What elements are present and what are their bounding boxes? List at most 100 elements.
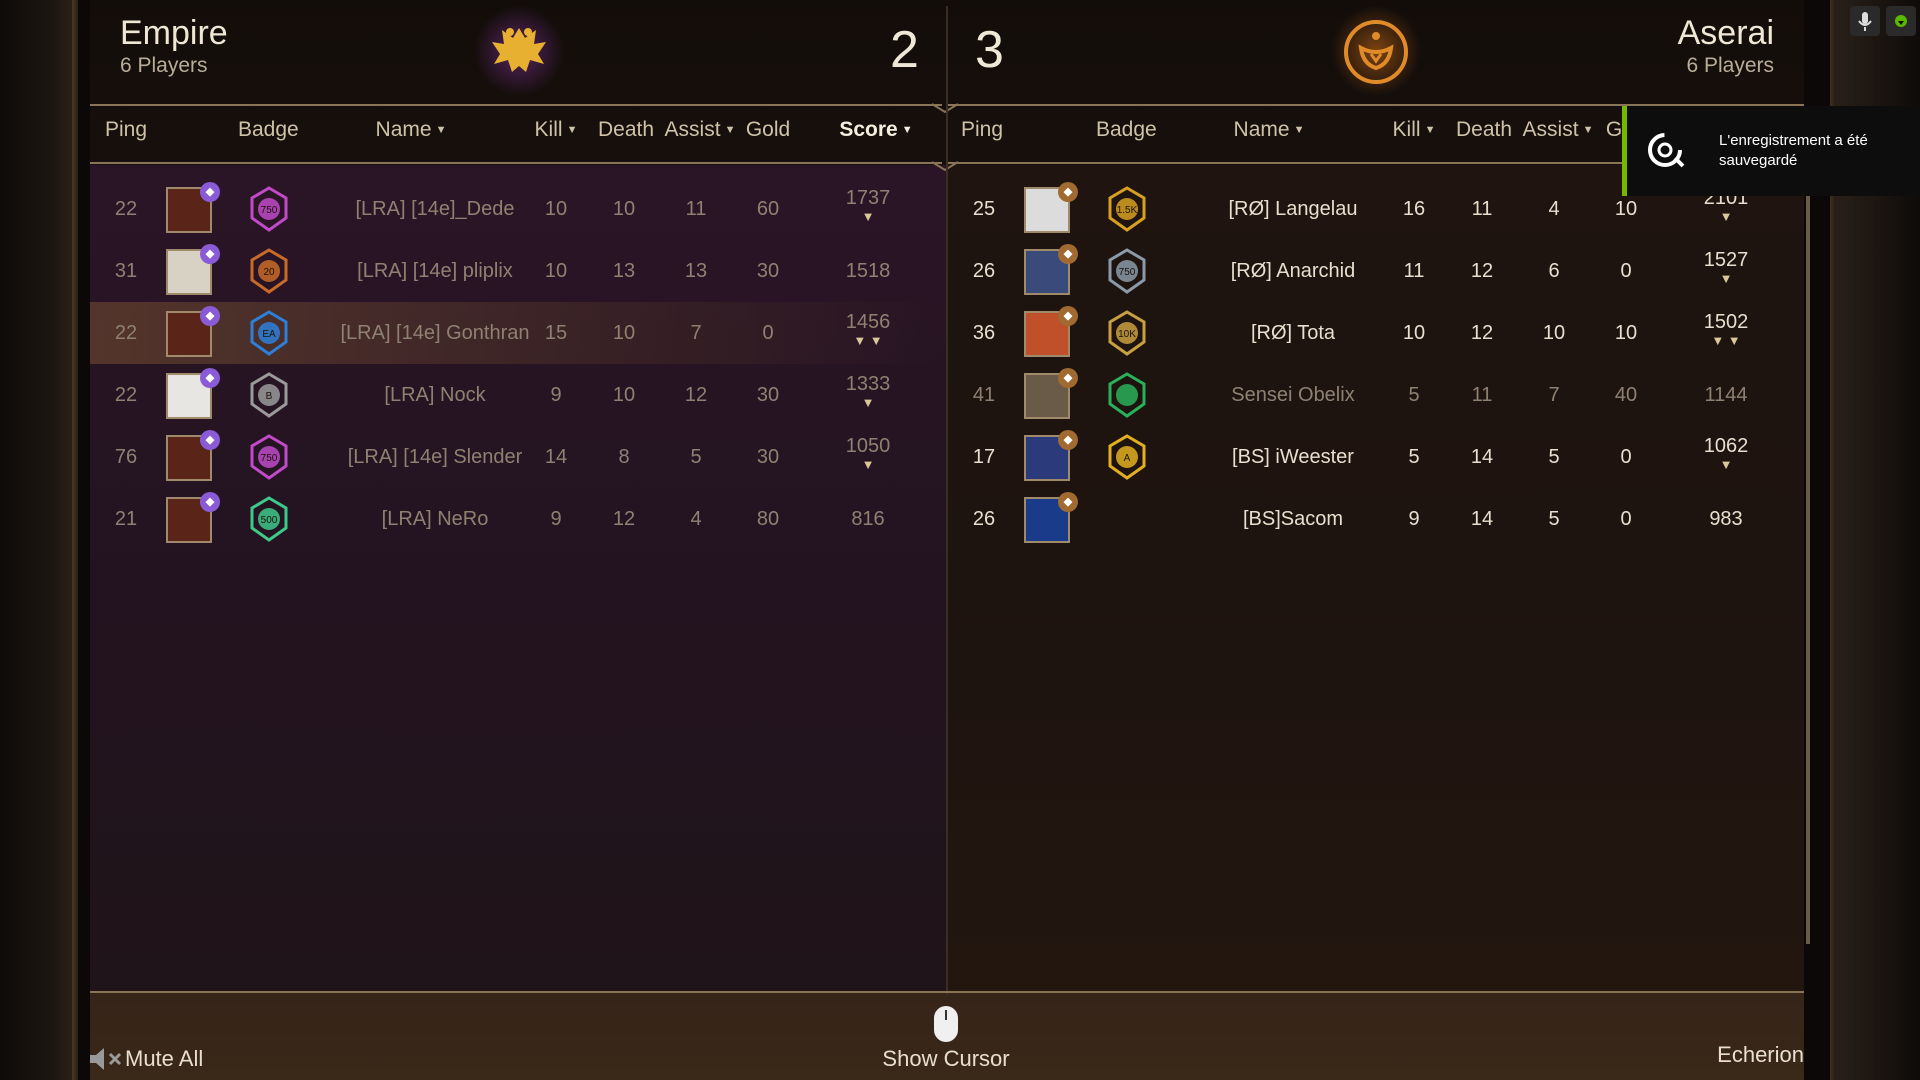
aserai-header-death[interactable]: Death <box>1454 118 1514 142</box>
player-name[interactable]: [RØ] Tota <box>1168 302 1418 364</box>
kill-value: 5 <box>1408 446 1420 468</box>
empire-round-score: 2 <box>890 21 919 79</box>
badge-icon[interactable]: EA <box>244 308 294 358</box>
sort-caret-icon: ▼ <box>1293 124 1305 137</box>
badge-icon[interactable]: 500 <box>244 494 294 544</box>
empire-header-kill[interactable]: Kill ▼ <box>528 118 584 142</box>
ping-value: 21 <box>114 508 138 530</box>
empire-header-score[interactable]: Score ▼ <box>836 118 916 142</box>
player-row[interactable]: 17 ◆ A [BS] iWeester 5 14 5 0 1062 ▼ <box>948 426 1804 488</box>
player-avatar[interactable]: ◆ <box>166 244 220 295</box>
shield-icon: ▼ <box>861 457 875 472</box>
kill-value: 16 <box>1402 198 1426 220</box>
status-indicator-icon[interactable] <box>1886 6 1916 36</box>
gold-value: 0 <box>1620 260 1632 282</box>
aserai-header-assist[interactable]: Assist ▼ <box>1520 118 1596 142</box>
assist-value: 10 <box>1542 322 1566 344</box>
score-value: 1456 <box>845 311 891 333</box>
ping-value: 31 <box>114 260 138 282</box>
death-value: 12 <box>612 508 636 530</box>
mute-all-button[interactable]: Mute All <box>125 1046 203 1072</box>
empire-header-death[interactable]: Death <box>596 118 656 142</box>
player-name[interactable]: [LRA] [14e] pliplix <box>310 240 560 302</box>
aserai-player-count: 6 Players <box>1686 54 1774 77</box>
mute-speaker-icon[interactable] <box>88 1044 124 1074</box>
background-left <box>0 0 75 1080</box>
badge-icon[interactable]: 1.5K <box>1102 184 1152 234</box>
score-cell: 1527 ▼ <box>1676 248 1776 298</box>
player-name[interactable]: Sensei Obelix <box>1168 364 1418 426</box>
sort-caret-icon: ▼ <box>1424 124 1436 137</box>
player-row[interactable]: 76 ◆ 750 [LRA] [14e] Slender 14 8 5 30 1050 ▼ <box>90 426 942 488</box>
player-avatar[interactable]: ◆ <box>166 368 220 419</box>
player-avatar[interactable]: ◆ <box>1024 306 1078 357</box>
player-avatar[interactable]: ◆ <box>166 492 220 543</box>
kill-value: 10 <box>1402 322 1426 344</box>
empire-header-ping[interactable]: Ping <box>96 118 156 142</box>
player-name[interactable]: [RØ] Langelau <box>1168 178 1418 240</box>
player-name[interactable]: [LRA] Nock <box>310 364 560 426</box>
player-row[interactable]: 22 ◆ EA [LRA] [14e] Gonthran 15 10 7 0 1456 ▼ ▼ <box>90 302 942 364</box>
player-row[interactable]: 41 ◆ Sensei Obelix 5 11 7 40 1144 <box>948 364 1804 426</box>
badge-icon[interactable]: 750 <box>244 432 294 482</box>
player-avatar[interactable]: ◆ <box>166 306 220 357</box>
player-avatar[interactable]: ◆ <box>1024 368 1078 419</box>
badge-icon[interactable]: B <box>244 370 294 420</box>
player-avatar[interactable]: ◆ <box>1024 182 1078 233</box>
player-name[interactable]: [LRA] NeRo <box>310 488 560 550</box>
badge-icon[interactable]: 10K <box>1102 308 1152 358</box>
player-row[interactable]: 26 ◆ 750 [RØ] Anarchid 11 12 6 0 1527 ▼ <box>948 240 1804 302</box>
assist-value: 7 <box>1548 384 1560 406</box>
player-row[interactable]: 22 ◆ 750 [LRA] [14e]_Dede 10 10 11 60 1737 ▼ <box>90 178 942 240</box>
aserai-header-kill[interactable]: Kill ▼ <box>1386 118 1442 142</box>
death-value: 14 <box>1470 508 1494 530</box>
score-value: 816 <box>851 508 885 530</box>
badge-icon[interactable]: A <box>1102 432 1152 482</box>
player-row[interactable]: 21 ◆ 500 [LRA] NeRo 9 12 4 80 816 <box>90 488 942 550</box>
player-row[interactable]: 36 ◆ 10K [RØ] Tota 10 12 10 10 1502 ▼ ▼ <box>948 302 1804 364</box>
badge-icon[interactable]: 20 <box>244 246 294 296</box>
column-divider-left <box>90 162 942 164</box>
show-cursor-button[interactable]: Show Cursor <box>880 1046 1012 1072</box>
death-value: 8 <box>618 446 630 468</box>
aserai-header-badge[interactable]: Badge <box>1096 118 1157 142</box>
player-avatar[interactable]: ◆ <box>1024 492 1078 543</box>
player-avatar[interactable]: ◆ <box>166 182 220 233</box>
ping-value: 76 <box>114 446 138 468</box>
badge-label: 20 <box>263 267 275 278</box>
aserai-header-ping[interactable]: Ping <box>952 118 1012 142</box>
scrollbar[interactable] <box>1806 196 1810 944</box>
gold-value: 0 <box>1620 508 1632 530</box>
badge-label: 1.5K <box>1117 205 1138 216</box>
player-name[interactable]: [BS]Sacom <box>1168 488 1418 550</box>
empire-header-name[interactable]: Name ▼ <box>366 118 456 142</box>
player-avatar[interactable]: ◆ <box>1024 244 1078 295</box>
empire-header-badge[interactable]: Badge <box>238 118 299 142</box>
empire-header-assist[interactable]: Assist ▼ <box>662 118 738 142</box>
level-badge-icon: ◆ <box>1058 306 1078 326</box>
level-badge-icon: ◆ <box>1058 430 1078 450</box>
score-value: 1144 <box>1704 384 1748 406</box>
player-row[interactable]: 22 ◆ B [LRA] Nock 9 10 12 30 1333 ▼ <box>90 364 942 426</box>
player-name[interactable]: [LRA] [14e] Slender <box>310 426 560 488</box>
player-name[interactable]: [RØ] Anarchid <box>1168 240 1418 302</box>
player-name[interactable]: [LRA] [14e] Gonthran <box>310 302 560 364</box>
player-avatar[interactable]: ◆ <box>1024 430 1078 481</box>
aserai-header-name[interactable]: Name ▼ <box>1224 118 1314 142</box>
empire-header-gold[interactable]: Gold <box>740 118 796 142</box>
badge-icon[interactable]: 750 <box>244 184 294 234</box>
badge-icon[interactable] <box>1102 370 1152 420</box>
player-row[interactable]: 31 ◆ 20 [LRA] [14e] pliplix 10 13 13 30 1518 <box>90 240 942 302</box>
ping-value: 41 <box>972 384 996 406</box>
death-value: 10 <box>612 384 636 406</box>
player-name[interactable]: [BS] iWeester <box>1168 426 1418 488</box>
badge-icon[interactable]: 750 <box>1102 246 1152 296</box>
player-row[interactable]: 26 ◆ [BS]Sacom 9 14 5 0 983 <box>948 488 1804 550</box>
footer-divider <box>90 991 1804 993</box>
aserai-header-gold[interactable]: G <box>1604 118 1624 142</box>
sort-caret-icon: ▼ <box>901 124 913 137</box>
player-name[interactable]: [LRA] [14e]_Dede <box>310 178 560 240</box>
assist-value: 11 <box>685 198 707 220</box>
player-avatar[interactable]: ◆ <box>166 430 220 481</box>
microphone-icon[interactable] <box>1850 6 1880 36</box>
